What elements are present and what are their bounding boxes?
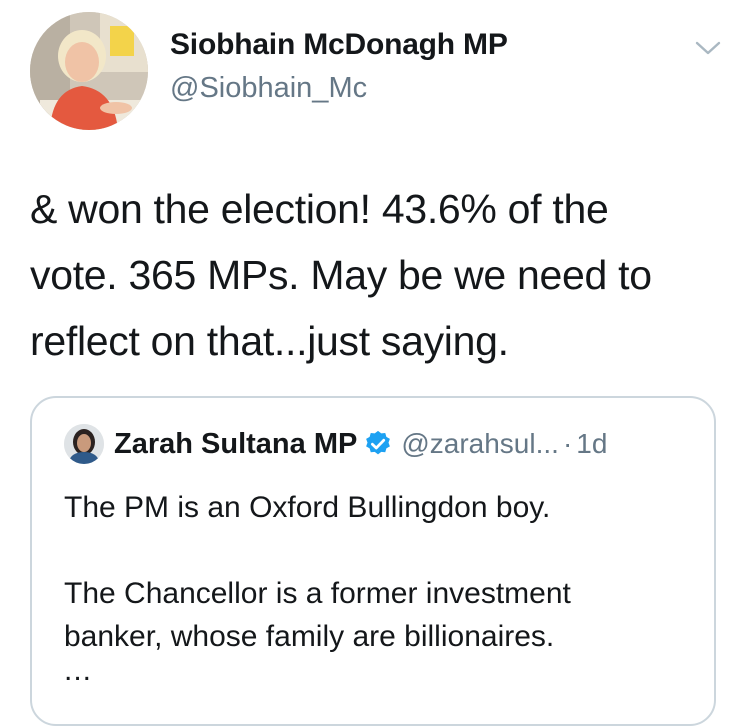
author-name[interactable]: Siobhain McDonagh MP — [170, 28, 508, 62]
quoted-tweet-header: Zarah Sultana MP @zarahsul... · 1d — [114, 426, 607, 462]
verified-badge-icon — [366, 430, 391, 455]
quoted-text-line: The PM is an Oxford Bullingdon boy. — [64, 491, 551, 524]
chevron-down-icon[interactable] — [694, 38, 722, 58]
quoted-author-avatar[interactable] — [64, 424, 104, 464]
tweet-text-line: reflect on that...just saying. — [30, 318, 509, 364]
tweet-text-line: vote. 365 MPs. May be we need to — [30, 252, 652, 298]
author-handle[interactable]: @Siobhain_Mc — [170, 72, 367, 105]
quoted-author-name[interactable]: Zarah Sultana MP — [114, 428, 357, 461]
quoted-author-handle[interactable]: @zarahsul... — [401, 428, 559, 460]
quoted-tweet-card[interactable]: Zarah Sultana MP @zarahsul... · 1d The P… — [30, 396, 716, 726]
quoted-author-photo — [64, 424, 104, 464]
quoted-text-line: The Chancellor is a former investment — [64, 577, 571, 610]
tweet: Siobhain McDonagh MP @Siobhain_Mc & won … — [0, 0, 750, 726]
truncation-ellipsis: ... — [64, 654, 93, 687]
tweet-text-line: & won the election! 43.6% of the — [30, 186, 609, 232]
tweet-text: & won the election! 43.6% of the vote. 3… — [30, 176, 730, 374]
quoted-tweet-timestamp[interactable]: 1d — [576, 428, 607, 460]
quoted-tweet-text: The PM is an Oxford Bullingdon boy. The … — [64, 486, 694, 658]
author-photo — [30, 12, 148, 130]
quoted-text-line: banker, whose family are billionaires. — [64, 620, 555, 653]
author-avatar[interactable] — [30, 12, 148, 130]
separator-dot: · — [562, 428, 573, 459]
